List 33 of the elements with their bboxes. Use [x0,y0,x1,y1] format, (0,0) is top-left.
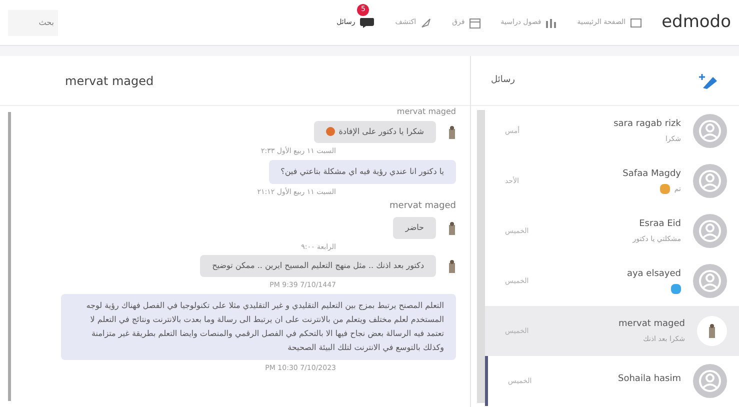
avatar [697,316,727,346]
new-message-icon[interactable] [699,72,719,90]
chat-title: mervat maged [65,72,154,90]
sender-name: mervat maged [396,106,456,118]
message-bubble: يا دكتور انا عندي رؤية فيه اي مشكلة بتاعتي فين؟ [268,160,456,184]
sender-name: mervat maged [390,200,456,213]
panel-title: رسائل [491,74,515,87]
scrollbar[interactable] [477,110,485,403]
contact-name: sara ragab rizk [614,118,681,131]
chat-icon [359,16,376,28]
avatar-icon [693,214,727,248]
avatar-icon [448,220,456,234]
contact-name: Sohaila hasim [618,373,681,386]
message-bubble: حاضر [393,216,436,238]
bars-icon [545,16,558,28]
home-icon [630,16,642,28]
avatar-icon [693,264,727,298]
search-field[interactable]: بحث [8,10,58,36]
logo[interactable]: edmodo [662,10,731,36]
contact-name: Esraa Eid [639,218,681,231]
message-bubble: شكرا يا دكتور على الإفادة [314,121,436,143]
avatar-icon [693,364,727,398]
avatar-icon [448,125,456,139]
avatar-icon [448,259,456,273]
avatar-icon [693,164,727,198]
avatar-icon [693,114,727,148]
contact-name: Safaa Magdy [622,168,681,181]
contact-name: aya elsayed [626,268,681,282]
message-bubble: دكتور بعد اذنك .. مثل منهج التعليم المسيح ايرين .. ممكن توضيح [200,255,436,277]
scrollbar[interactable] [8,112,11,401]
calendar-icon [468,16,481,28]
message-bubble: التعلم المصنح يرتبط بمزج بين التعليم التقليدي و غير التقليدي مثلا على تكنولوجيا في الفصل فهناك رؤية لوجه المستخدم لعلم مختلف ويتعلم من بالانترنت على ان يرتبط الى رسالة وما بعدت بالانترنت ونتائج في التعلم لا تعتمد فيه الرسالة بعض نجاح فيها الا بالتحكم في الفصل الرقمي والمنصات وايضا التعلم بطريقة غير متزامنة وكذلك بالتوسع في الانترنت لتلك البيئة الصحيحة [61,294,456,360]
contact-name: mervat maged [618,318,685,331]
